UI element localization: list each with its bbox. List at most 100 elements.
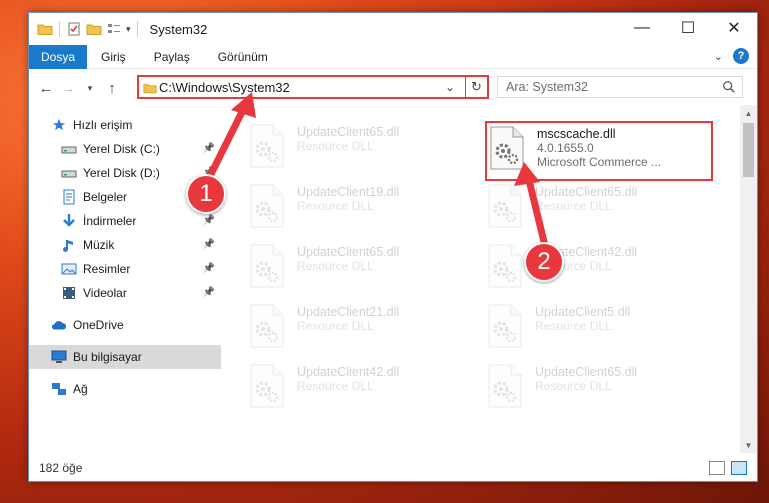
separator [59, 21, 60, 37]
status-bar: 182 öğe [29, 455, 757, 481]
nav-item-bu-bilgisayar[interactable]: Bu bilgisayar [29, 345, 221, 369]
step-badge-2: 2 [524, 242, 564, 282]
refresh-icon: ↻ [471, 79, 482, 94]
file-tile[interactable]: UpdateClient5.dll Resource DLL [485, 301, 713, 357]
help-icon[interactable]: ? [733, 48, 749, 64]
file-type: Resource DLL [535, 379, 612, 393]
window-controls: — ☐ ✕ [619, 13, 757, 43]
search-icon[interactable] [722, 80, 736, 94]
file-tile[interactable]: UpdateClient21.dll Resource DLL [247, 301, 475, 357]
file-name: UpdateClient65.dll [535, 185, 638, 199]
file-tile[interactable]: UpdateClient42.dll Resource DLL [247, 361, 475, 417]
tiles-view-icon[interactable] [731, 461, 747, 475]
file-version: 4.0.1655.0 [537, 141, 594, 155]
nav-item-label: Ağ [73, 382, 88, 396]
explorer-window: ▾ System32 — ☐ ✕ Dosya Giriş Paylaş Görü… [28, 12, 758, 482]
file-name: UpdateClient21.dll [297, 305, 400, 319]
file-type: Resource DLL [535, 319, 612, 333]
back-button[interactable]: ← [35, 77, 57, 99]
file-info: UpdateClient65.dll Resource DLL [535, 365, 637, 417]
address-bar[interactable]: C:\Windows\System32 ⌄ [137, 75, 489, 99]
drive-icon [61, 141, 77, 157]
tab-view[interactable]: Görünüm [204, 45, 282, 69]
nav-item-onedrive[interactable]: OneDrive [29, 313, 221, 337]
search-input[interactable]: Ara: System32 [497, 76, 743, 98]
dll-file-icon [247, 123, 291, 171]
scroll-thumb[interactable] [743, 123, 754, 177]
dll-file-icon [485, 303, 529, 351]
chevron-down-icon[interactable]: ▾ [126, 24, 131, 35]
file-tile[interactable]: UpdateClient65.dll Resource DLL [485, 361, 713, 417]
separator [136, 21, 138, 37]
nav-item-videolar[interactable]: Videolar 📌 [29, 281, 221, 305]
properties-icon[interactable] [66, 21, 82, 37]
nav-item-hızlı-erişim[interactable]: Hızlı erişim [29, 113, 221, 137]
address-path: C:\Windows\System32 [159, 79, 290, 95]
download-icon [61, 213, 77, 229]
pin-icon: 📌 [202, 215, 215, 226]
vertical-scrollbar[interactable]: ▲ ▼ [740, 105, 757, 453]
maximize-button[interactable]: ☐ [665, 13, 711, 43]
dll-file-icon [247, 183, 291, 231]
file-tile[interactable]: UpdateClient65.dll Resource DLL [247, 241, 475, 297]
tab-share[interactable]: Paylaş [140, 45, 204, 69]
file-name: UpdateClient5.dll [535, 305, 631, 319]
music-icon [61, 237, 77, 253]
nav-item-label: Müzik [83, 238, 115, 252]
expand-ribbon-icon[interactable]: ⌄ [714, 50, 723, 63]
nav-item-label: Videolar [83, 286, 127, 300]
recent-locations-button[interactable]: ▾ [79, 77, 101, 99]
nav-item-ağ[interactable]: Ağ [29, 377, 221, 401]
file-tile[interactable]: UpdateClient19.dll Resource DLL [247, 181, 475, 237]
details-view-icon[interactable] [709, 461, 725, 475]
pin-icon: 📌 [202, 287, 215, 298]
nav-item-label: Resimler [83, 262, 131, 276]
pictures-icon [61, 261, 77, 277]
item-count: 182 öğe [39, 461, 83, 475]
tab-file[interactable]: Dosya [29, 44, 88, 69]
file-type: Resource DLL [297, 199, 374, 213]
forward-button[interactable]: → [57, 77, 79, 99]
dll-file-icon [247, 303, 291, 351]
videos-icon [61, 285, 77, 301]
file-info: UpdateClient21.dll Resource DLL [297, 305, 399, 357]
dll-file-icon [485, 243, 529, 291]
scroll-down-arrow[interactable]: ▼ [740, 437, 757, 453]
nav-item-i-ndirmeler[interactable]: İndirmeler 📌 [29, 209, 221, 233]
ribbon-tabs: Dosya Giriş Paylaş Görünüm ⌄ ? [29, 44, 757, 69]
nav-item-label: OneDrive [73, 318, 124, 332]
ribbon-right: ⌄ ? [714, 48, 749, 64]
file-name: UpdateClient65.dll [297, 245, 400, 259]
up-button[interactable]: ↑ [101, 77, 123, 99]
file-tile[interactable]: UpdateClient65.dll Resource DLL [485, 181, 713, 237]
file-type: Resource DLL [535, 199, 612, 213]
nav-item-müzik[interactable]: Müzik 📌 [29, 233, 221, 257]
quick-access-toolbar: ▾ [37, 21, 140, 37]
minimize-button[interactable]: — [619, 13, 665, 43]
chevron-down-icon[interactable]: ⌄ [445, 80, 455, 94]
folder-icon[interactable] [37, 21, 53, 37]
file-info: mscscache.dll 4.0.1655.0 Microsoft Commerc… [537, 127, 661, 179]
new-folder-icon[interactable] [86, 21, 102, 37]
tab-home[interactable]: Giriş [87, 45, 140, 69]
view-options-icon[interactable] [106, 21, 122, 37]
network-icon [51, 381, 67, 397]
view-toggle [709, 461, 747, 475]
title-bar: ▾ System32 — ☐ ✕ [29, 13, 757, 45]
nav-item-yerel-disk-c-[interactable]: Yerel Disk (C:) 📌 [29, 137, 221, 161]
file-name: UpdateClient65.dll [297, 125, 400, 139]
file-tile[interactable]: UpdateClient65.dll Resource DLL [247, 121, 475, 177]
documents-icon [61, 189, 77, 205]
nav-item-label: Yerel Disk (C:) [83, 142, 160, 156]
file-tile-selected[interactable]: mscscache.dll 4.0.1655.0 Microsoft Commerc… [485, 121, 713, 181]
scroll-up-arrow[interactable]: ▲ [740, 105, 757, 121]
nav-item-resimler[interactable]: Resimler 📌 [29, 257, 221, 281]
dll-file-icon [487, 125, 531, 173]
file-info: UpdateClient19.dll Resource DLL [297, 185, 399, 237]
file-tile[interactable]: UpdateClient42.dll Resource DLL [485, 241, 713, 297]
close-button[interactable]: ✕ [711, 13, 757, 43]
refresh-button[interactable]: ↻ [465, 75, 489, 99]
file-name: mscscache.dll [537, 127, 616, 141]
dll-file-icon [247, 363, 291, 411]
file-list: UpdateClient65.dll Resource DLL mscscache.… [229, 109, 739, 455]
